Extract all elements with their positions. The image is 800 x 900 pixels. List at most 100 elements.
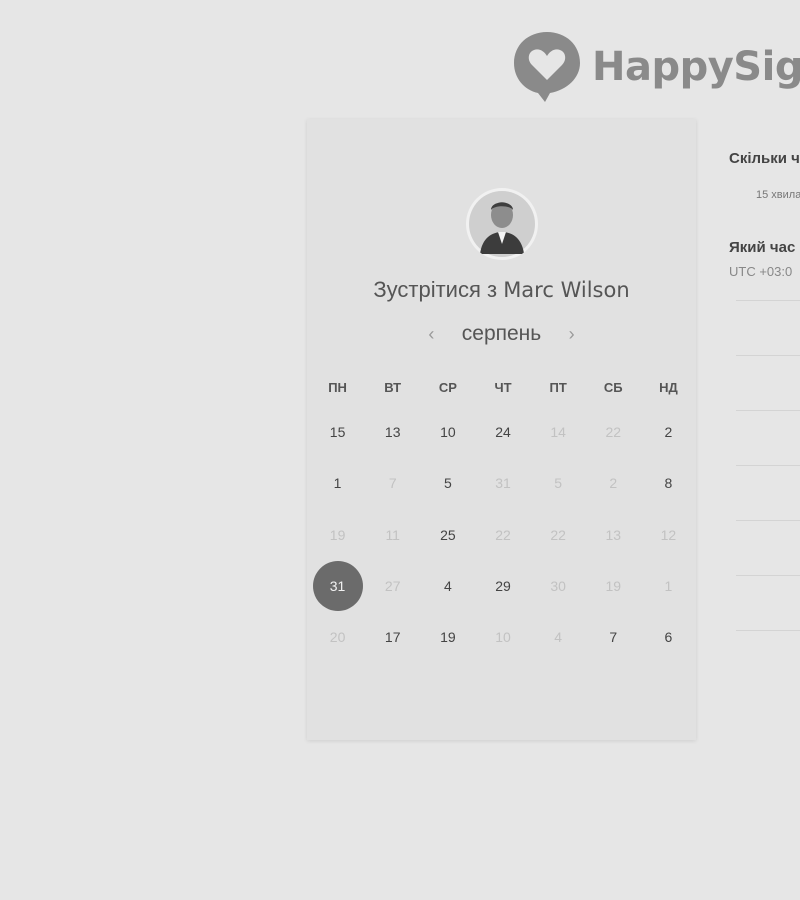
meeting-title: Зустрітися з Marc Wilson [307,277,696,303]
weekday-label: СР [438,379,457,395]
day-number: 4 [443,578,452,595]
avatar [466,188,538,260]
day-number: 29 [495,578,511,595]
day-number: 24 [495,424,511,441]
calendar-day: 31 [475,458,530,509]
day-number: 7 [609,629,618,646]
calendar-day[interactable]: 5 [420,458,475,509]
calendar-day[interactable]: 25 [420,510,475,561]
day-number: 5 [443,475,452,492]
calendar-day: 19 [310,510,365,561]
calendar-grid: ПН ВТ СР ЧТ ПТ СБ НД 15 13 10 24 14 22 2 1 7 5 31 5… [310,367,696,663]
booking-card: Зустрітися з Marc Wilson ‹ серпень › ПН … [307,119,696,740]
time-slot[interactable] [736,300,800,355]
heart-bubble-icon [512,30,582,104]
calendar-day[interactable]: 8 [641,458,696,509]
calendar-day-selected[interactable]: 31 [310,561,365,612]
calendar-day: 22 [475,510,530,561]
day-number: 10 [440,424,456,441]
calendar-day[interactable]: 19 [420,612,475,663]
calendar-day: 10 [475,612,530,663]
time-slot[interactable] [736,465,800,520]
day-number: 17 [384,629,401,646]
meeting-title-prefix: Зустрітися з [373,277,498,302]
day-number: 5 [554,475,563,492]
time-slot[interactable] [736,575,800,630]
calendar-day[interactable]: 10 [420,407,475,458]
chevron-left-icon[interactable]: ‹ [419,324,443,345]
chevron-right-icon[interactable]: › [560,324,584,345]
day-number: 31 [495,475,511,492]
weekday-label: ЧТ [494,379,512,395]
day-number: 12 [660,526,677,543]
calendar-day: 27 [365,561,420,612]
calendar-day: 19 [586,561,641,612]
time-slot[interactable] [736,355,800,410]
calendar-day[interactable]: 7 [586,612,641,663]
day-number: 30 [550,578,566,595]
calendar-day[interactable]: 15 [310,407,365,458]
day-number: 25 [440,526,456,543]
day-number: 14 [550,424,566,441]
calendar-day[interactable]: 29 [475,561,530,612]
host-name: Marc Wilson [503,278,630,302]
day-number: 19 [329,526,346,543]
calendar-week-row: 20 17 19 10 4 7 6 [310,612,696,663]
calendar-week-row: 1 7 5 31 5 2 8 [310,458,696,509]
calendar-day: 1 [641,561,696,612]
calendar-day[interactable]: 17 [365,612,420,663]
time-slot-list [736,300,800,685]
time-slot[interactable] [736,520,800,575]
calendar-day: 22 [586,407,641,458]
calendar-day[interactable]: 13 [365,407,420,458]
calendar-day: 22 [531,510,586,561]
calendar-day: 5 [531,458,586,509]
day-number: 31 [312,561,363,612]
weekday-label: СБ [603,379,623,395]
brand-logo: HappySig [512,30,800,104]
calendar-day[interactable]: 1 [310,458,365,509]
day-number: 20 [329,629,346,646]
day-number: 13 [384,424,401,441]
calendar-day: 4 [531,612,586,663]
calendar-day: 2 [586,458,641,509]
weekday-label: ПТ [549,379,567,395]
calendar-day[interactable]: 2 [641,407,696,458]
side-panel: Скільки ч 15 хвила Який час UTC +03:0 [729,150,800,279]
day-number: 1 [333,475,342,492]
calendar-week-row: 15 13 10 24 14 22 2 [310,407,696,458]
calendar-day: 7 [365,458,420,509]
duration-option[interactable]: 15 хвила [756,189,800,201]
duration-question: Скільки ч [729,150,800,167]
calendar-day: 20 [310,612,365,663]
day-number: 15 [329,424,346,441]
day-number: 10 [495,629,511,646]
calendar-day[interactable]: 4 [420,561,475,612]
day-number: 4 [554,629,563,646]
day-number: 7 [388,475,397,492]
calendar-weeks: 15 13 10 24 14 22 2 1 7 5 31 5 2 8 19 11 25 22 22 13 12 31 27 4… [310,407,696,663]
time-question: Який час [729,239,796,256]
calendar-week-row: 31 27 4 29 30 19 1 [310,561,696,612]
calendar-day[interactable]: 6 [641,612,696,663]
day-number: 22 [605,424,622,441]
calendar-day: 12 [641,510,696,561]
calendar-day: 13 [586,510,641,561]
day-number: 13 [605,526,622,543]
day-number: 22 [495,526,511,543]
calendar-day: 30 [531,561,586,612]
day-number: 19 [605,578,622,595]
weekday-label: НД [659,379,678,395]
time-slot[interactable] [736,630,800,685]
month-navigation: ‹ серпень › [307,322,696,346]
day-number: 2 [664,424,673,441]
calendar-day[interactable]: 24 [475,407,530,458]
day-number: 27 [384,578,401,595]
weekday-label: ПН [328,379,347,395]
timezone-label[interactable]: UTC +03:0 [729,264,800,279]
calendar-week-row: 19 11 25 22 22 13 12 [310,510,696,561]
day-number: 8 [664,475,673,492]
day-number: 19 [440,629,456,646]
calendar-day: 11 [365,510,420,561]
time-slot[interactable] [736,410,800,465]
